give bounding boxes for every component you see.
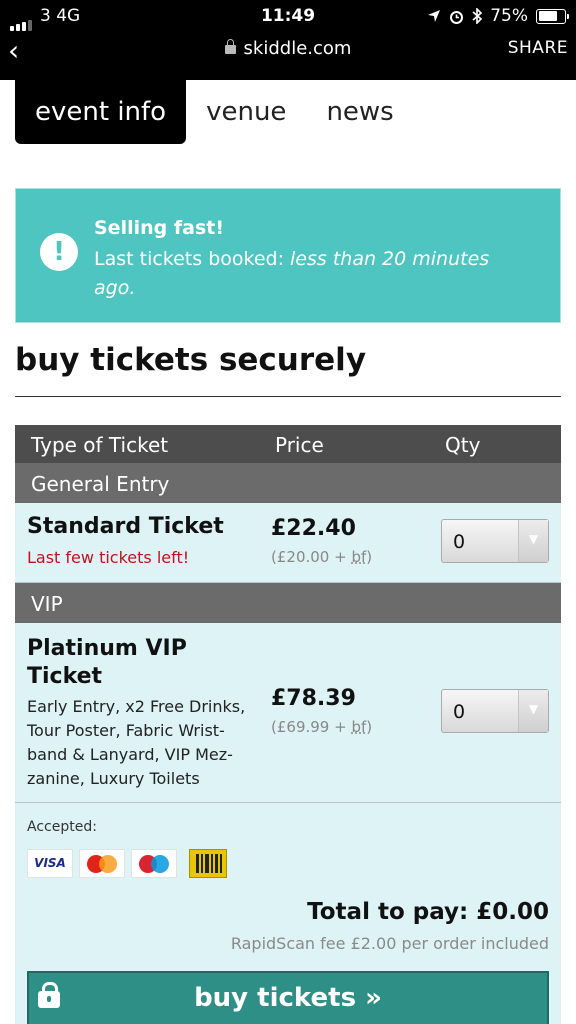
visa-card-icon: VISA [27,849,73,878]
qty-value: 0 [453,531,466,553]
lock-icon [224,39,236,54]
header-price: Price [275,433,324,457]
ticket-price-detail: (£20.00 + bf) [271,548,372,566]
tab-venue[interactable]: venue [186,80,306,144]
tab-event-info[interactable]: event info [15,80,187,144]
table-row-vip: Platinum VIP Ticket Early Entry, x2 Free… [15,623,561,803]
status-bar: 3 4G 11:49 75% [0,0,576,34]
ticket-name: Platinum VIP Ticket [27,636,187,689]
alert-text-prefix: Last tickets booked: [94,248,291,270]
ticket-price: £22.40 [271,516,356,541]
header-qty: Qty [445,433,481,457]
ticket-table: Type of Ticket Price Qty General Entry S… [15,425,561,1024]
alert-text: Last tickets booked: less than 20 minute… [94,245,534,303]
ticket-price-detail: (£69.99 + bf) [271,718,372,736]
location-icon [428,10,441,22]
qty-select-standard[interactable]: 0 ▼ [441,519,549,563]
url-text: skiddle.com [243,38,352,59]
barcode-icon [189,849,227,878]
group-header-vip: VIP [15,583,561,623]
event-tabs: event info venue news [15,80,414,144]
booking-fee-link[interactable]: bf [351,718,366,736]
price-close: ) [366,718,373,736]
chevron-down-icon: ▼ [518,690,548,732]
ticket-price: £78.39 [271,686,356,711]
price-base: (£20.00 + [271,548,352,566]
alert-title: Selling fast! [94,217,224,239]
selling-fast-alert: ! Selling fast! Last tickets booked: les… [15,188,561,323]
ticket-description: Early Entry, x2 Free Drinks, Tour Poster… [27,697,246,788]
battery-icon [536,8,569,24]
accepted-cards: VISA [27,849,227,878]
price-base: (£69.99 + [271,718,352,736]
mastercard-icon [79,849,125,878]
buy-tickets-label: buy tickets » [194,983,382,1013]
tab-news[interactable]: news [306,80,413,144]
share-button[interactable]: SHARE [508,38,568,58]
header-type: Type of Ticket [31,433,169,457]
group-header-general: General Entry [15,463,561,503]
booking-fee-link[interactable]: bf [351,548,366,566]
exclamation-icon: ! [40,233,78,271]
url-bar[interactable]: ‹ skiddle.com SHARE [0,34,576,80]
divider [15,396,561,397]
buy-tickets-button[interactable]: buy tickets » [27,971,549,1024]
maestro-card-icon [131,849,177,878]
qty-select-vip[interactable]: 0 ▼ [441,689,549,733]
status-icons: 75% [427,6,569,26]
battery-percent: 75% [490,6,528,26]
url-display[interactable]: skiddle.com [0,38,576,59]
ticket-warning: Last few tickets left! [27,548,190,567]
payment-footer: Accepted: VISA Total to pay: £0.00 Rapid… [15,803,561,1024]
alarm-icon [450,10,464,24]
chevron-down-icon: ▼ [518,520,548,562]
qty-value: 0 [453,701,466,723]
page-title: buy tickets securely [15,342,367,378]
accepted-label: Accepted: [27,819,97,835]
table-header: Type of Ticket Price Qty [15,425,561,463]
browser-chrome: 3 4G 11:49 75% ‹ skiddle.com SHARE [0,0,576,80]
rapidscan-fee-note: RapidScan fee £2.00 per order included [230,934,549,953]
price-close: ) [366,548,373,566]
bluetooth-icon [472,8,483,24]
ticket-name: Standard Ticket [27,514,224,539]
table-row-standard: Standard Ticket Last few tickets left! £… [15,503,561,583]
total-to-pay: Total to pay: £0.00 [307,899,549,925]
